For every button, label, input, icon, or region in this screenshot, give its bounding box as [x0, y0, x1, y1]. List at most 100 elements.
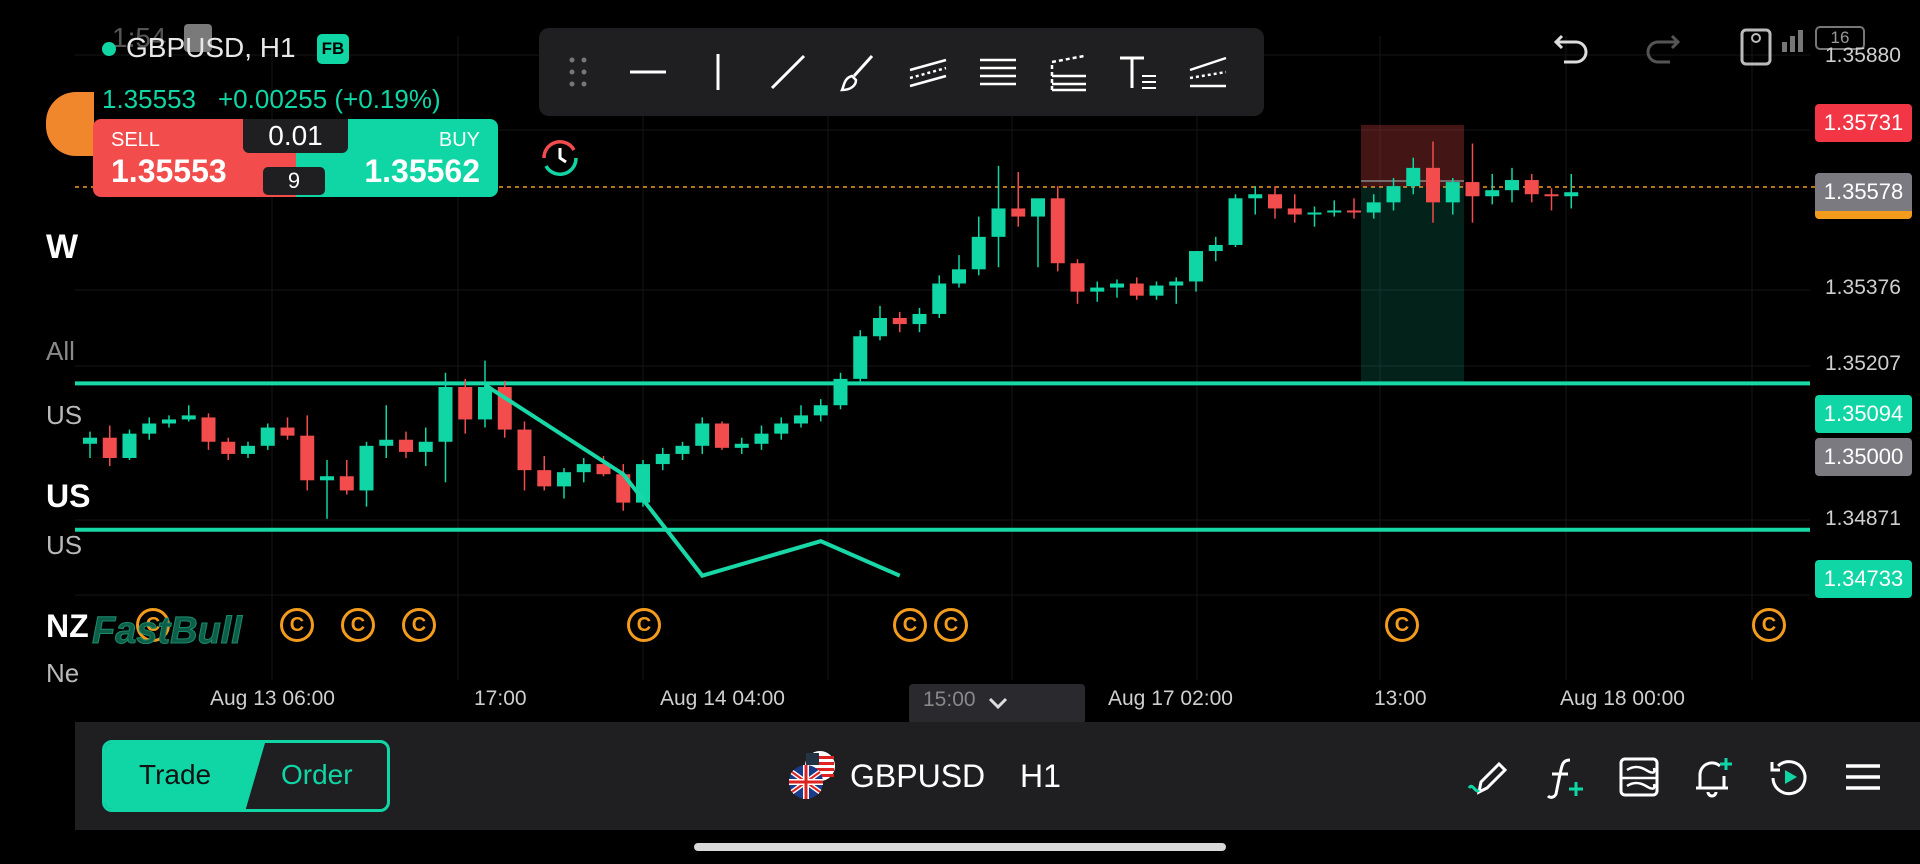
fastbull-watermark: FastBull: [92, 610, 243, 653]
candle-body: [1307, 212, 1322, 215]
candle-body: [162, 419, 176, 424]
horizontal-line-icon[interactable]: [619, 28, 677, 116]
draw-pencil-icon[interactable]: [1463, 752, 1513, 802]
candle-body: [1031, 198, 1045, 217]
candle-body: [715, 423, 729, 448]
candle-body: [1189, 251, 1203, 282]
sync-icon[interactable]: [536, 134, 584, 182]
candle-body: [1386, 186, 1401, 203]
undo-icon[interactable]: [1550, 26, 1594, 70]
live-dot-icon: [102, 42, 116, 56]
candle-body: [1228, 198, 1243, 245]
candle-body: [181, 415, 196, 420]
strip-text-7: Ne: [46, 658, 80, 688]
candle-body: [1465, 182, 1480, 197]
parallel-channel-icon[interactable]: [899, 28, 957, 116]
event-marker[interactable]: C: [1385, 608, 1419, 642]
text-tool-icon[interactable]: [1109, 28, 1167, 116]
candle-body: [260, 427, 275, 446]
candle-body: [517, 429, 532, 471]
drawing-toolbar: [539, 28, 1264, 116]
time-label-4: 15:00: [923, 688, 976, 711]
event-marker[interactable]: C: [627, 608, 661, 642]
time-label-1: Aug 13 06:00: [210, 687, 335, 710]
bottom-timeframe[interactable]: H1: [1020, 758, 1061, 795]
menu-icon[interactable]: [1838, 752, 1888, 802]
candle-body: [1208, 244, 1223, 252]
fib-extension-icon[interactable]: [1039, 28, 1097, 116]
buy-price: 1.35562: [364, 153, 480, 189]
sell-label: SELL: [111, 129, 160, 151]
last-price: 1.35553: [102, 84, 196, 114]
candle-body: [557, 472, 571, 487]
strip-text-3: US: [46, 400, 83, 430]
candle-body: [142, 423, 157, 434]
candle-body: [991, 208, 1006, 237]
vertical-line-icon[interactable]: [689, 28, 747, 116]
candle-body: [1050, 198, 1065, 264]
fib-retracement-icon[interactable]: [969, 28, 1027, 116]
candle-body: [537, 470, 552, 487]
screenshot-icon[interactable]: [1738, 24, 1778, 68]
candle-body: [418, 441, 433, 452]
template-icon[interactable]: [1614, 752, 1664, 802]
candle-body: [399, 439, 413, 452]
pitchfork-icon[interactable]: [1179, 28, 1237, 116]
replay-icon[interactable]: [1764, 752, 1814, 802]
candle-body: [1485, 190, 1500, 197]
current-price-tag: 1.35578: [1815, 173, 1912, 219]
chevron-down-icon: [988, 697, 1008, 710]
candle-body: [122, 433, 137, 458]
home-indicator[interactable]: [694, 843, 1226, 851]
candle-body: [102, 437, 117, 458]
candlestick-series: [83, 141, 1579, 519]
signal-icon: [1780, 26, 1810, 52]
upper-line-tag: 1.35094: [1815, 395, 1912, 433]
event-marker[interactable]: C: [934, 608, 968, 642]
candle-body: [1544, 194, 1559, 197]
event-marker[interactable]: C: [341, 608, 375, 642]
event-marker[interactable]: C: [893, 608, 927, 642]
time-cursor-badge[interactable]: 15:00: [909, 684, 1085, 724]
candle-body: [1327, 210, 1342, 213]
avatar[interactable]: [46, 92, 94, 156]
brush-icon[interactable]: [829, 28, 887, 116]
event-marker[interactable]: C: [402, 608, 436, 642]
trade-tab-label: Trade: [139, 759, 212, 790]
candle-body: [892, 318, 907, 325]
time-label-3: Aug 14 04:00: [660, 687, 785, 710]
candle-body: [1366, 202, 1381, 213]
symbol-title[interactable]: GBPUSD, H1: [126, 32, 296, 64]
strip-text-4: US: [46, 478, 91, 514]
candle-body: [320, 476, 334, 481]
drag-handle-icon[interactable]: [549, 28, 607, 116]
candle-body: [1268, 194, 1282, 209]
candle-body: [655, 453, 670, 465]
take-profit-zone: [1361, 186, 1464, 384]
candle-body: [912, 313, 927, 325]
alert-add-icon[interactable]: [1688, 752, 1738, 802]
trend-line-icon[interactable]: [759, 28, 817, 116]
one-click-trade-panel: SELL 1.35553 BUY 1.35562 0.01 9: [93, 119, 498, 197]
candle-body: [458, 386, 473, 420]
redo-icon[interactable]: [1640, 26, 1684, 70]
indicator-fx-icon[interactable]: [1540, 752, 1590, 802]
sell-price: 1.35553: [111, 153, 227, 189]
order-tab-label[interactable]: Order: [281, 759, 353, 791]
event-marker[interactable]: C: [1752, 608, 1786, 642]
candle-body: [1011, 208, 1026, 217]
candle-body: [932, 283, 947, 314]
price-label-1: 1.35880: [1825, 44, 1901, 67]
bottom-symbol[interactable]: GBPUSD: [850, 758, 985, 795]
lot-size-input[interactable]: 0.01: [243, 119, 348, 153]
candle-body: [379, 439, 394, 446]
buy-label: BUY: [438, 129, 480, 151]
time-label-6: 13:00: [1374, 687, 1427, 710]
candle-body: [1248, 194, 1263, 199]
candle-body: [1090, 287, 1105, 292]
event-marker[interactable]: C: [280, 608, 314, 642]
candle-body: [1426, 167, 1440, 203]
candle-body: [813, 405, 828, 416]
time-label-5: Aug 17 02:00: [1108, 687, 1233, 710]
candle-body: [576, 464, 591, 473]
